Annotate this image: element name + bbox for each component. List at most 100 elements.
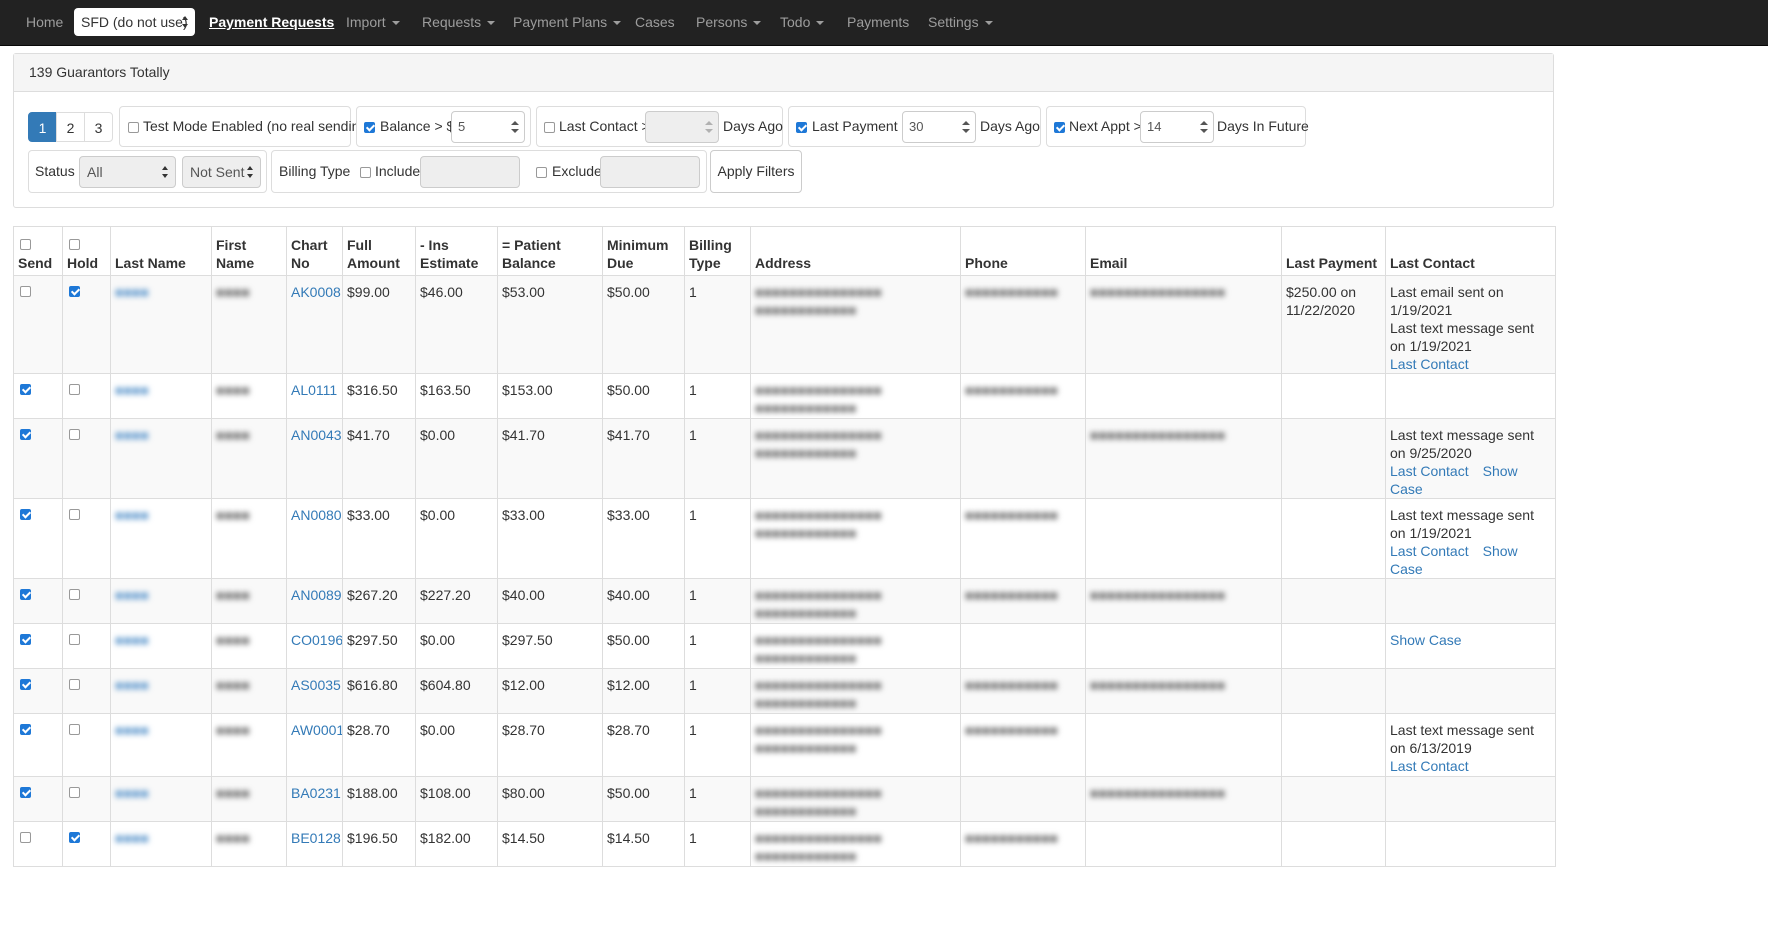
spinner-icon[interactable] (962, 120, 970, 134)
send-checkbox[interactable] (20, 429, 31, 440)
next-appt-checkbox[interactable] (1054, 122, 1065, 133)
hold-checkbox[interactable] (69, 429, 80, 440)
last-contact-link[interactable]: Last Contact (1390, 356, 1469, 372)
hold-checkbox[interactable] (69, 509, 80, 520)
nav-settings[interactable]: Settings (928, 0, 993, 45)
redacted-last-name[interactable]: ■■■■ (115, 830, 149, 846)
col-phone[interactable]: Phone (960, 226, 1086, 276)
redacted-last-name[interactable]: ■■■■ (115, 382, 149, 398)
col-patient-balance[interactable]: = Patient Balance (497, 226, 603, 276)
send-checkbox[interactable] (20, 679, 31, 690)
redacted-last-name[interactable]: ■■■■ (115, 587, 149, 603)
nav-persons[interactable]: Persons (696, 0, 762, 45)
send-checkbox[interactable] (20, 509, 31, 520)
hold-checkbox[interactable] (69, 286, 80, 297)
nav-payments[interactable]: Payments (847, 0, 909, 45)
col-chart-no[interactable]: Chart No (286, 226, 343, 276)
col-last-contact[interactable]: Last Contact (1385, 226, 1556, 276)
last-payment-input[interactable]: 30 (902, 111, 976, 143)
chart-no-link[interactable]: CO0196 (291, 632, 342, 648)
chart-no-link[interactable]: AN0080 (291, 507, 342, 523)
minimum-due: $40.00 (607, 587, 650, 603)
balance-checkbox[interactable] (364, 122, 375, 133)
redacted-last-name[interactable]: ■■■■ (115, 284, 149, 300)
chart-no-link[interactable]: AS0035 (291, 677, 341, 693)
col-email[interactable]: Email (1085, 226, 1282, 276)
cell-address: ■■■■■■■■■■■■■■■ ■■■■■■■■■■■■ (750, 498, 961, 579)
next-appt-input[interactable]: 14 (1140, 111, 1214, 143)
balance-input[interactable]: 5 (451, 111, 525, 143)
page-2-button[interactable]: 2 (56, 112, 85, 142)
cell-patient-balance: $53.00 (497, 275, 603, 374)
col-minimum-due[interactable]: Minimum Due (602, 226, 685, 276)
show-case-link[interactable]: Show Case (1390, 632, 1462, 648)
redacted-last-name[interactable]: ■■■■ (115, 427, 149, 443)
send-checkbox[interactable] (20, 384, 31, 395)
status-select[interactable]: All (79, 156, 176, 188)
chart-no-link[interactable]: BE0128 (291, 830, 341, 846)
send-status-select[interactable]: Not Sent (182, 156, 261, 188)
send-checkbox[interactable] (20, 724, 31, 735)
nav-home[interactable]: Home (26, 0, 63, 45)
chart-no-link[interactable]: AN0043 (291, 427, 342, 443)
send-checkbox[interactable] (20, 286, 31, 297)
spinner-icon[interactable] (705, 120, 713, 134)
test-mode-checkbox[interactable] (128, 122, 139, 133)
chart-no-link[interactable]: AL0111 (291, 382, 337, 398)
col-first-name[interactable]: First Name (211, 226, 287, 276)
col-ins-estimate[interactable]: - Ins Estimate (415, 226, 498, 276)
spinner-icon[interactable] (511, 120, 519, 134)
chart-no-link[interactable]: AW0001 (291, 722, 342, 738)
redacted-last-name[interactable]: ■■■■ (115, 507, 149, 523)
billing-exclude-input[interactable] (600, 156, 700, 188)
spinner-icon[interactable] (1200, 120, 1208, 134)
nav-import[interactable]: Import (346, 0, 400, 45)
col-last-name[interactable]: Last Name (110, 226, 212, 276)
last-contact-link[interactable]: Last Contact (1390, 543, 1469, 559)
chart-no-link[interactable]: AK0008 (291, 284, 341, 300)
hold-checkbox[interactable] (69, 634, 80, 645)
chart-no-link[interactable]: BA0231 (291, 785, 341, 801)
send-checkbox[interactable] (20, 589, 31, 600)
col-billing-type[interactable]: Billing Type (684, 226, 751, 276)
last-contact-link[interactable]: Last Contact (1390, 758, 1469, 774)
hold-checkbox[interactable] (69, 724, 80, 735)
cell-email: ■■■■■■■■■■■■■■■■ (1085, 418, 1282, 499)
nav-payment-requests[interactable]: Payment Requests (209, 0, 334, 45)
send-checkbox[interactable] (20, 832, 31, 843)
chart-no-link[interactable]: AN0089 (291, 587, 342, 603)
billing-include-input[interactable] (420, 156, 520, 188)
apply-filters-button[interactable]: Apply Filters (710, 150, 802, 193)
page-3-button[interactable]: 3 (84, 112, 113, 142)
billing-include-checkbox[interactable] (360, 167, 371, 178)
last-payment-checkbox[interactable] (796, 122, 807, 133)
redacted-last-name[interactable]: ■■■■ (115, 632, 149, 648)
nav-cases[interactable]: Cases (635, 0, 675, 45)
nav-requests[interactable]: Requests (422, 0, 496, 45)
last-contact-input[interactable] (645, 111, 719, 143)
last-contact-link[interactable]: Last Contact (1390, 463, 1469, 479)
hold-checkbox[interactable] (69, 787, 80, 798)
nav-payment-plans[interactable]: Payment Plans (513, 0, 622, 45)
hold-checkbox[interactable] (69, 589, 80, 600)
last-contact-checkbox[interactable] (544, 122, 555, 133)
redacted-last-name[interactable]: ■■■■ (115, 785, 149, 801)
redacted-last-name[interactable]: ■■■■ (115, 677, 149, 693)
col-address[interactable]: Address (750, 226, 961, 276)
col-last-payment[interactable]: Last Payment (1281, 226, 1386, 276)
hold-checkbox[interactable] (69, 832, 80, 843)
site-select[interactable]: SFD (do not use) (74, 8, 195, 36)
minimum-due: $50.00 (607, 382, 650, 398)
billing-exclude-checkbox[interactable] (536, 167, 547, 178)
select-all-hold-checkbox[interactable] (69, 239, 80, 250)
hold-checkbox[interactable] (69, 679, 80, 690)
send-checkbox[interactable] (20, 634, 31, 645)
send-checkbox[interactable] (20, 787, 31, 798)
col-full-amount[interactable]: Full Amount (342, 226, 416, 276)
patient-balance: $40.00 (502, 587, 545, 603)
hold-checkbox[interactable] (69, 384, 80, 395)
nav-todo[interactable]: Todo (780, 0, 825, 45)
page-1-button[interactable]: 1 (28, 112, 57, 142)
redacted-last-name[interactable]: ■■■■ (115, 722, 149, 738)
select-all-send-checkbox[interactable] (20, 239, 31, 250)
